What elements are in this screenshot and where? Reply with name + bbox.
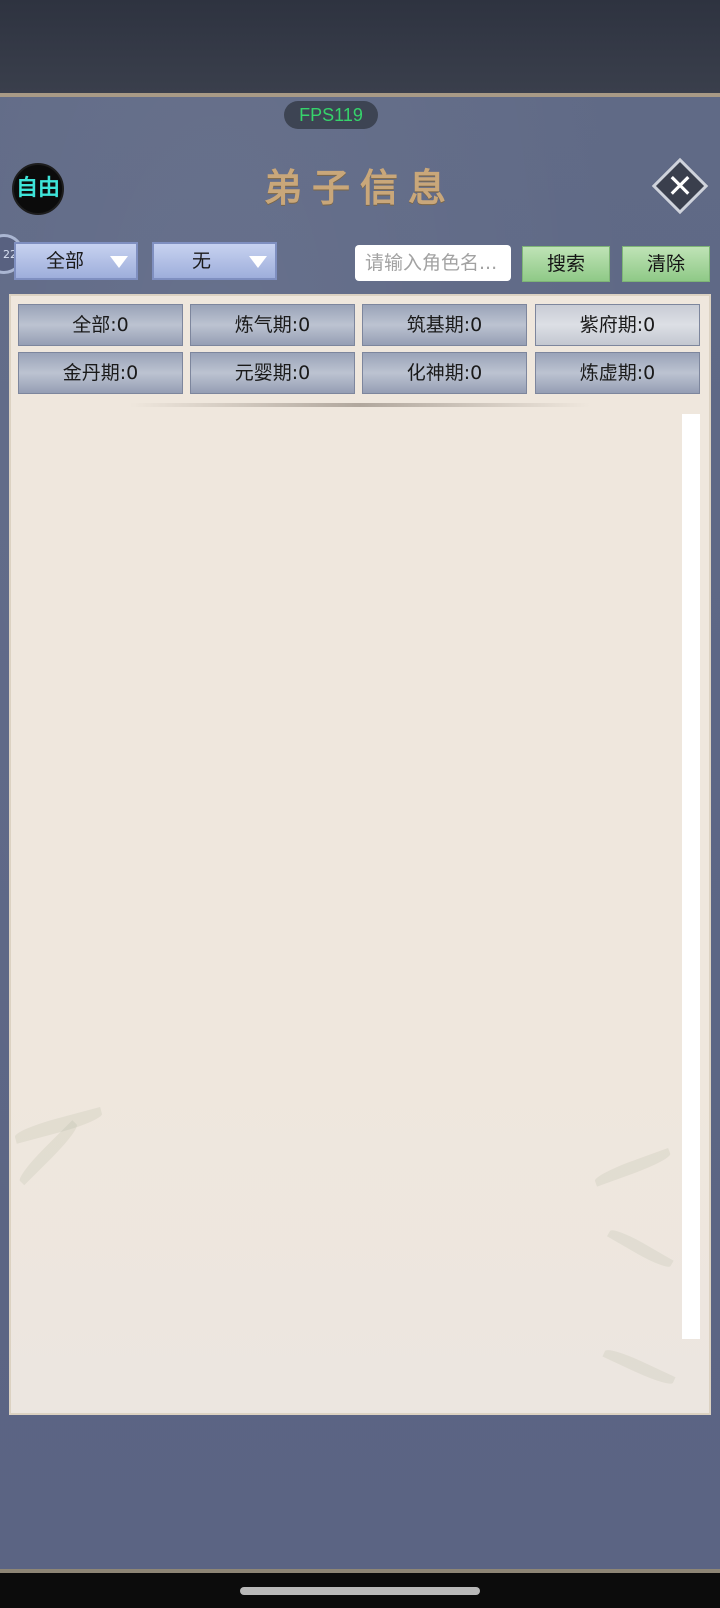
stage-tab-nascent-soul[interactable]: 元婴期:0 xyxy=(190,352,355,394)
search-input[interactable] xyxy=(355,245,511,281)
stage-tab-qi-refining[interactable]: 炼气期:0 xyxy=(190,304,355,346)
dropdown-arrow-icon xyxy=(110,256,128,268)
search-button[interactable]: 搜索 xyxy=(522,246,610,282)
secondary-dropdown-value: 无 xyxy=(192,250,212,272)
stage-tab-golden-core[interactable]: 金丹期:0 xyxy=(18,352,183,394)
section-divider xyxy=(130,403,590,407)
fps-counter: FPS119 xyxy=(284,101,378,129)
clear-button[interactable]: 清除 xyxy=(622,246,710,282)
realm-dropdown[interactable]: 全部 xyxy=(14,242,138,280)
stage-tab-foundation[interactable]: 筑基期:0 xyxy=(362,304,527,346)
stage-tab-zifu[interactable]: 紫府期:0 xyxy=(535,304,700,346)
disciple-list[interactable] xyxy=(18,414,678,1339)
top-status-area xyxy=(0,0,720,93)
mode-badge[interactable]: 自由 xyxy=(12,163,64,215)
stage-tab-all[interactable]: 全部:0 xyxy=(18,304,183,346)
list-scrollbar[interactable] xyxy=(682,414,700,1339)
stage-tab-spirit-severing[interactable]: 化神期:0 xyxy=(362,352,527,394)
dropdown-arrow-icon xyxy=(249,256,267,268)
realm-dropdown-value: 全部 xyxy=(46,250,85,272)
secondary-dropdown[interactable]: 无 xyxy=(152,242,277,280)
page-title: 弟子信息 xyxy=(263,165,456,210)
close-icon[interactable]: ✕ xyxy=(660,164,700,208)
stage-tab-void-refining[interactable]: 炼虚期:0 xyxy=(535,352,700,394)
home-indicator[interactable] xyxy=(240,1587,480,1595)
